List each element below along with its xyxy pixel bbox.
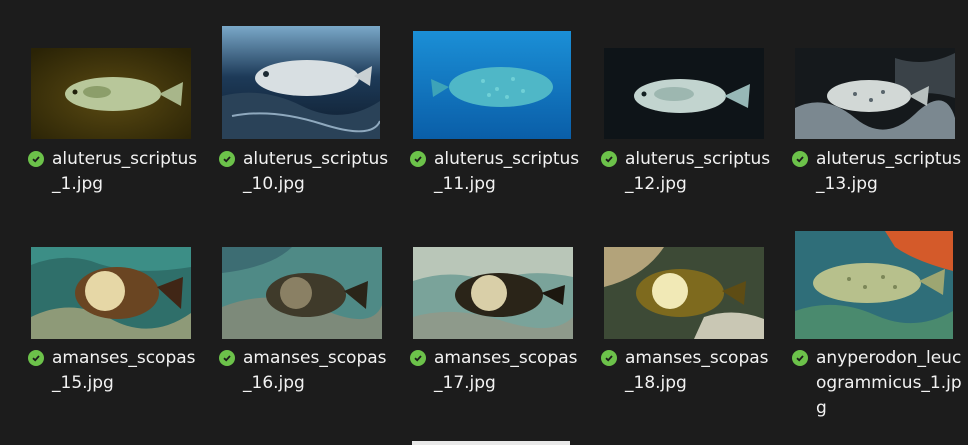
image-thumbnail[interactable] — [31, 247, 191, 339]
file-name: aluterus_scriptus_10.jpg — [243, 149, 389, 194]
image-thumbnail[interactable] — [413, 247, 573, 339]
thumbnail-frame — [24, 203, 216, 339]
image-thumbnail[interactable] — [31, 48, 191, 139]
file-name: aluterus_scriptus_12.jpg — [625, 149, 771, 194]
file-caption: aluterus_scriptus_11.jpg — [406, 147, 598, 197]
file-caption: amanses_scopas_15.jpg — [24, 346, 216, 396]
thumbnail-frame — [406, 203, 598, 339]
synced-check-icon — [28, 151, 44, 167]
next-item-highlight — [412, 441, 570, 445]
file-caption: amanses_scopas_16.jpg — [215, 346, 407, 396]
thumbnail-frame — [215, 203, 407, 339]
image-thumbnail[interactable] — [413, 31, 571, 139]
synced-check-icon — [410, 151, 426, 167]
thumbnail-frame — [24, 4, 216, 139]
thumbnail-frame — [597, 203, 789, 339]
file-name: aluterus_scriptus_1.jpg — [52, 149, 198, 194]
synced-check-icon — [792, 151, 808, 167]
file-caption: aluterus_scriptus_1.jpg — [24, 147, 216, 197]
synced-check-icon — [219, 151, 235, 167]
image-thumbnail[interactable] — [222, 247, 382, 339]
thumbnail-frame — [597, 4, 789, 139]
thumbnail-frame — [788, 203, 968, 339]
thumbnail-frame — [215, 4, 407, 139]
file-name: aluterus_scriptus_13.jpg — [816, 149, 962, 194]
thumbnail-frame — [406, 4, 598, 139]
synced-check-icon — [601, 151, 617, 167]
file-caption: aluterus_scriptus_10.jpg — [215, 147, 407, 197]
image-thumbnail[interactable] — [604, 48, 764, 139]
file-caption: amanses_scopas_17.jpg — [406, 346, 598, 396]
image-thumbnail[interactable] — [795, 48, 955, 139]
synced-check-icon — [601, 350, 617, 366]
thumbnail-frame — [788, 4, 968, 139]
file-caption: amanses_scopas_18.jpg — [597, 346, 789, 396]
synced-check-icon — [219, 350, 235, 366]
file-name: anyperodon_leucogrammicus_1.jpg — [816, 348, 962, 418]
file-caption: aluterus_scriptus_13.jpg — [788, 147, 968, 197]
synced-check-icon — [792, 350, 808, 366]
file-caption: anyperodon_leucogrammicus_1.jpg — [788, 346, 968, 421]
file-name: amanses_scopas_15.jpg — [52, 348, 196, 393]
image-thumbnail[interactable] — [604, 247, 764, 339]
file-caption: aluterus_scriptus_12.jpg — [597, 147, 789, 197]
image-thumbnail[interactable] — [222, 26, 380, 139]
synced-check-icon — [410, 350, 426, 366]
file-name: aluterus_scriptus_11.jpg — [434, 149, 580, 194]
file-name: amanses_scopas_17.jpg — [434, 348, 578, 393]
synced-check-icon — [28, 350, 44, 366]
file-name: amanses_scopas_16.jpg — [243, 348, 387, 393]
image-thumbnail[interactable] — [795, 231, 953, 339]
file-name: amanses_scopas_18.jpg — [625, 348, 769, 393]
file-explorer-content: aluterus_scriptus_1.jpg aluterus_scriptu… — [0, 0, 968, 445]
